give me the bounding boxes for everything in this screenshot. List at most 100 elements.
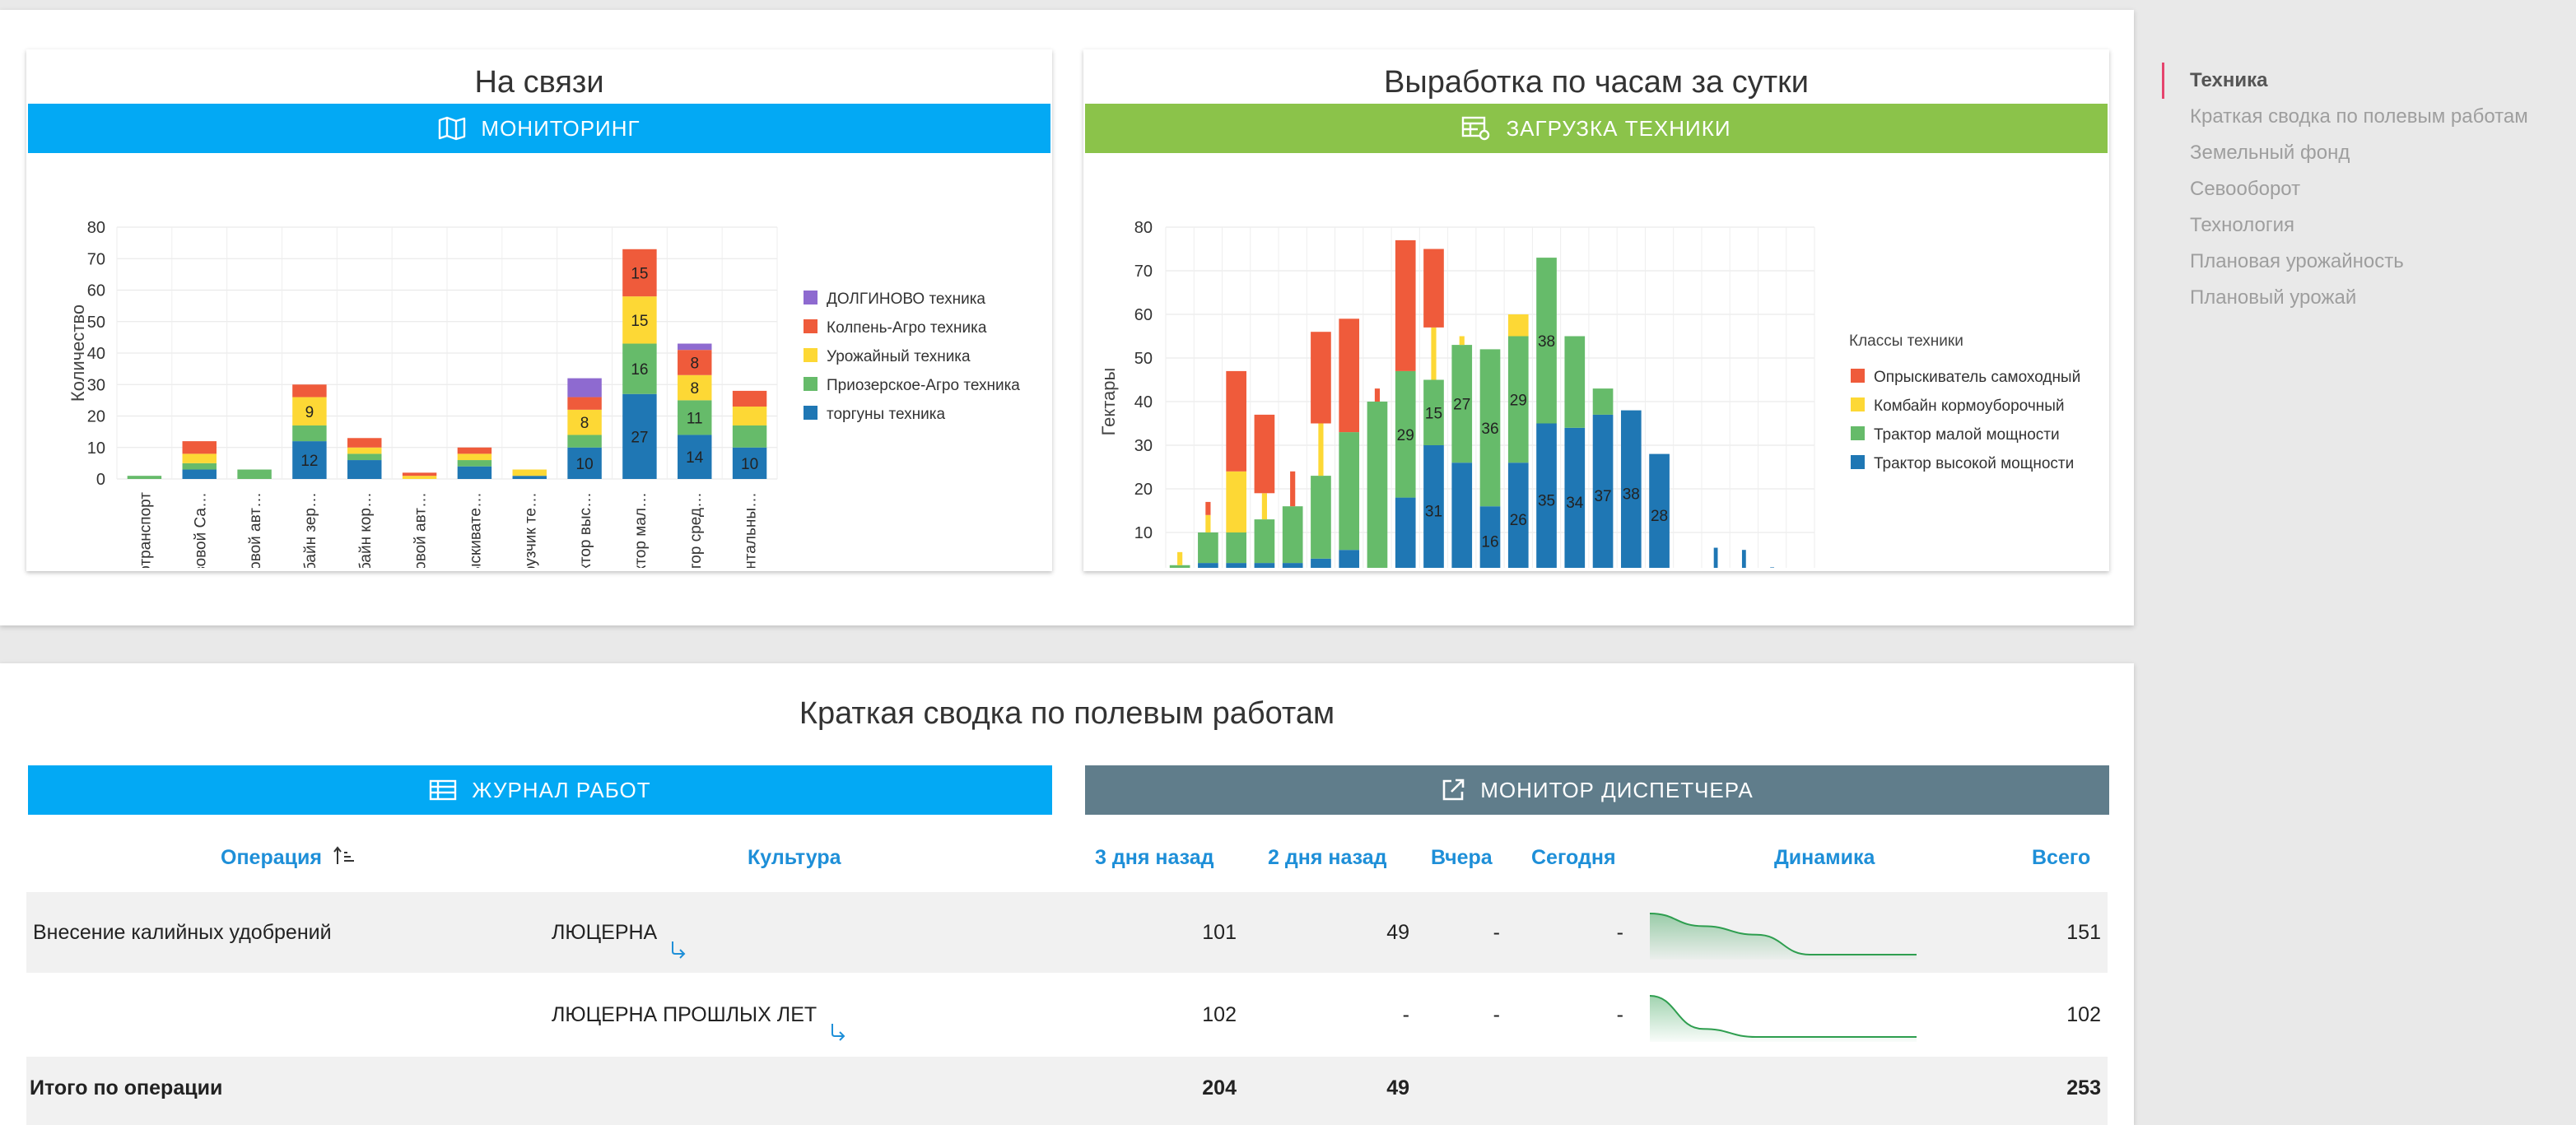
bar-segment-опрыскиватель-самоходный[interactable] <box>1423 249 1444 328</box>
bar-segment-трактор-малой-мощности[interactable] <box>1169 565 1190 568</box>
bar-segment-урожайный-техника[interactable] <box>347 447 382 454</box>
bar-segment-трактор-малой-мощности[interactable] <box>1339 432 1360 551</box>
bar-segment-приозерское-агро-техника[interactable] <box>347 453 382 461</box>
col-operation[interactable]: Операция <box>221 846 356 872</box>
bar-segment-урожайный-техника[interactable] <box>402 476 437 479</box>
bar-segment-комбайн-кормоуборочный[interactable] <box>1507 314 1529 337</box>
col-total[interactable]: Всего <box>2032 846 2090 870</box>
bar-segment-приозерское-агро-техника[interactable] <box>457 460 492 467</box>
nav-item-planned-harvest[interactable]: Плановый урожай <box>2165 280 2560 316</box>
legend-entry[interactable]: Урожайный техника <box>827 348 971 365</box>
bar-segment-урожайный-техника[interactable] <box>732 407 767 425</box>
bar-segment-комбайн-кормоуборочный[interactable] <box>1459 336 1465 346</box>
nav-item-planned-yield-rate[interactable]: Плановая урожайность <box>2165 244 2560 280</box>
bar-segment-комбайн-кормоуборочный[interactable] <box>1318 423 1324 476</box>
bar-segment-колпень-агро-техника[interactable] <box>732 390 767 407</box>
legend-entry[interactable]: Колпень-Агро техника <box>827 319 987 337</box>
bar-segment-колпень-агро-техника[interactable] <box>347 438 382 448</box>
legend-entry[interactable]: ДОЛГИНОВО техника <box>827 291 985 308</box>
bar-segment-комбайн-кормоуборочный[interactable] <box>1205 514 1211 532</box>
legend-entry[interactable]: Опрыскиватель самоходный <box>1874 369 2080 386</box>
bar-segment-колпень-агро-техника[interactable] <box>567 397 602 410</box>
bar-segment-приозерское-агро-техника[interactable] <box>127 476 162 479</box>
bar-segment-долгиново-техника[interactable] <box>678 343 712 351</box>
legend-entry[interactable]: Трактор малой мощности <box>1874 426 2060 444</box>
bar-segment-опрыскиватель-самоходный[interactable] <box>1254 414 1275 494</box>
bar-segment-трактор-малой-мощности[interactable] <box>1198 532 1218 564</box>
bar-segment-трактор-высокой-мощности[interactable] <box>1741 550 1746 568</box>
nav-item-technology[interactable]: Технология <box>2165 207 2560 244</box>
bar-segment-комбайн-кормоуборочный[interactable] <box>1226 471 1246 532</box>
bar-segment-трактор-малой-мощности[interactable] <box>1254 519 1275 564</box>
bar-segment-трактор-высокой-мощности[interactable] <box>1226 563 1246 568</box>
bar-segment-трактор-высокой-мощности[interactable] <box>1451 463 1473 568</box>
bar-segment-колпень-агро-техника[interactable] <box>292 384 327 397</box>
bar-segment-трактор-высокой-мощности[interactable] <box>1311 558 1331 568</box>
bar-segment-приозерское-агро-техника[interactable] <box>182 463 217 470</box>
bar-segment-торгуны-техника[interactable] <box>512 476 547 479</box>
data-label: 38 <box>1623 486 1640 503</box>
nav-item-land-fund[interactable]: Земельный фонд <box>2165 135 2560 171</box>
col-3-days-ago[interactable]: 3 дня назад <box>1095 846 1214 870</box>
bar-segment-трактор-малой-мощности[interactable] <box>1282 506 1303 564</box>
data-label: 38 <box>1538 333 1555 351</box>
bar-segment-трактор-высокой-мощности[interactable] <box>1713 547 1718 568</box>
data-label: 36 <box>1481 421 1498 438</box>
data-label: 10 <box>576 456 594 473</box>
bar-segment-трактор-высокой-мощности[interactable] <box>1254 563 1275 568</box>
dispatcher-monitor-button[interactable]: МОНИТОР ДИСПЕТЧЕРА <box>1085 765 2109 815</box>
col-culture[interactable]: Культура <box>748 846 841 870</box>
bar-segment-трактор-высокой-мощности[interactable] <box>1282 563 1303 568</box>
bar-segment-трактор-малой-мощности[interactable] <box>1367 402 1388 568</box>
bar-segment-опрыскиватель-самоходный[interactable] <box>1374 388 1381 402</box>
bar-segment-приозерское-агро-техника[interactable] <box>237 469 272 479</box>
bar-segment-комбайн-кормоуборочный[interactable] <box>1177 551 1183 565</box>
nav-item-crop-rotation[interactable]: Севооборот <box>2165 171 2560 207</box>
table-icon <box>429 779 457 801</box>
bar-segment-торгуны-техника[interactable] <box>347 460 382 479</box>
bar-segment-комбайн-кормоуборочный[interactable] <box>1431 327 1437 380</box>
bar-segment-трактор-малой-мощности[interactable] <box>1592 388 1614 415</box>
journal-button[interactable]: ЖУРНАЛ РАБОТ <box>28 765 1052 815</box>
monitoring-button[interactable]: МОНИТОРИНГ <box>28 104 1050 153</box>
bar-segment-опрыскиватель-самоходный[interactable] <box>1290 471 1296 507</box>
bar-segment-трактор-высокой-мощности[interactable] <box>1395 497 1416 568</box>
y-tick-label: 40 <box>87 345 105 363</box>
bar-segment-урожайный-техника[interactable] <box>512 469 547 476</box>
bar-segment-трактор-малой-мощности[interactable] <box>1564 336 1586 428</box>
bar-segment-урожайный-техника[interactable] <box>182 453 217 463</box>
bar-segment-колпень-агро-техника[interactable] <box>182 441 217 454</box>
bar-segment-трактор-высокой-мощности[interactable] <box>1770 567 1775 568</box>
bar-segment-опрыскиватель-самоходный[interactable] <box>1339 318 1360 433</box>
bar-segment-трактор-высокой-мощности[interactable] <box>1339 550 1360 568</box>
bar-segment-торгуны-техника[interactable] <box>182 469 217 479</box>
bar-segment-опрыскиватель-самоходный[interactable] <box>1395 239 1416 371</box>
col-2-days-ago[interactable]: 2 дня назад <box>1268 846 1387 870</box>
bar-segment-колпень-агро-техника[interactable] <box>457 447 492 454</box>
col-dynamics[interactable]: Динамика <box>1774 846 1875 870</box>
bar-segment-трактор-малой-мощности[interactable] <box>1226 532 1246 564</box>
bar-segment-приозерское-агро-техника[interactable] <box>292 425 327 442</box>
legend-entry[interactable]: Приозерское-Агро техника <box>827 377 1020 394</box>
legend-entry[interactable]: Трактор высокой мощности <box>1874 455 2074 472</box>
y-axis-title: Гектары <box>1098 368 1119 436</box>
bar-segment-опрыскиватель-самоходный[interactable] <box>1226 370 1246 472</box>
nav-item-field-summary[interactable]: Краткая сводка по полевым работам <box>2165 99 2560 135</box>
bar-segment-урожайный-техника[interactable] <box>457 453 492 461</box>
bar-segment-колпень-агро-техника[interactable] <box>402 472 437 476</box>
col-yesterday[interactable]: Вчера <box>1431 846 1493 870</box>
bar-segment-приозерское-агро-техника[interactable] <box>732 425 767 448</box>
col-today[interactable]: Сегодня <box>1531 846 1616 870</box>
nav-item-equipment[interactable]: Техника <box>2162 63 2560 99</box>
bar-segment-долгиново-техника[interactable] <box>567 378 602 397</box>
bar-segment-приозерское-агро-техника[interactable] <box>567 435 602 448</box>
bar-segment-трактор-малой-мощности[interactable] <box>1311 476 1331 559</box>
bar-segment-опрыскиватель-самоходный[interactable] <box>1205 501 1211 515</box>
legend-entry[interactable]: торгуны техника <box>827 406 945 423</box>
bar-segment-опрыскиватель-самоходный[interactable] <box>1311 332 1331 424</box>
equipment-load-button[interactable]: ЗАГРУЗКА ТЕХНИКИ <box>1085 104 2108 153</box>
bar-segment-комбайн-кормоуборочный[interactable] <box>1261 493 1267 520</box>
bar-segment-трактор-высокой-мощности[interactable] <box>1198 563 1218 568</box>
legend-entry[interactable]: Комбайн кормоуборочный <box>1874 397 2065 415</box>
bar-segment-торгуны-техника[interactable] <box>457 466 492 479</box>
